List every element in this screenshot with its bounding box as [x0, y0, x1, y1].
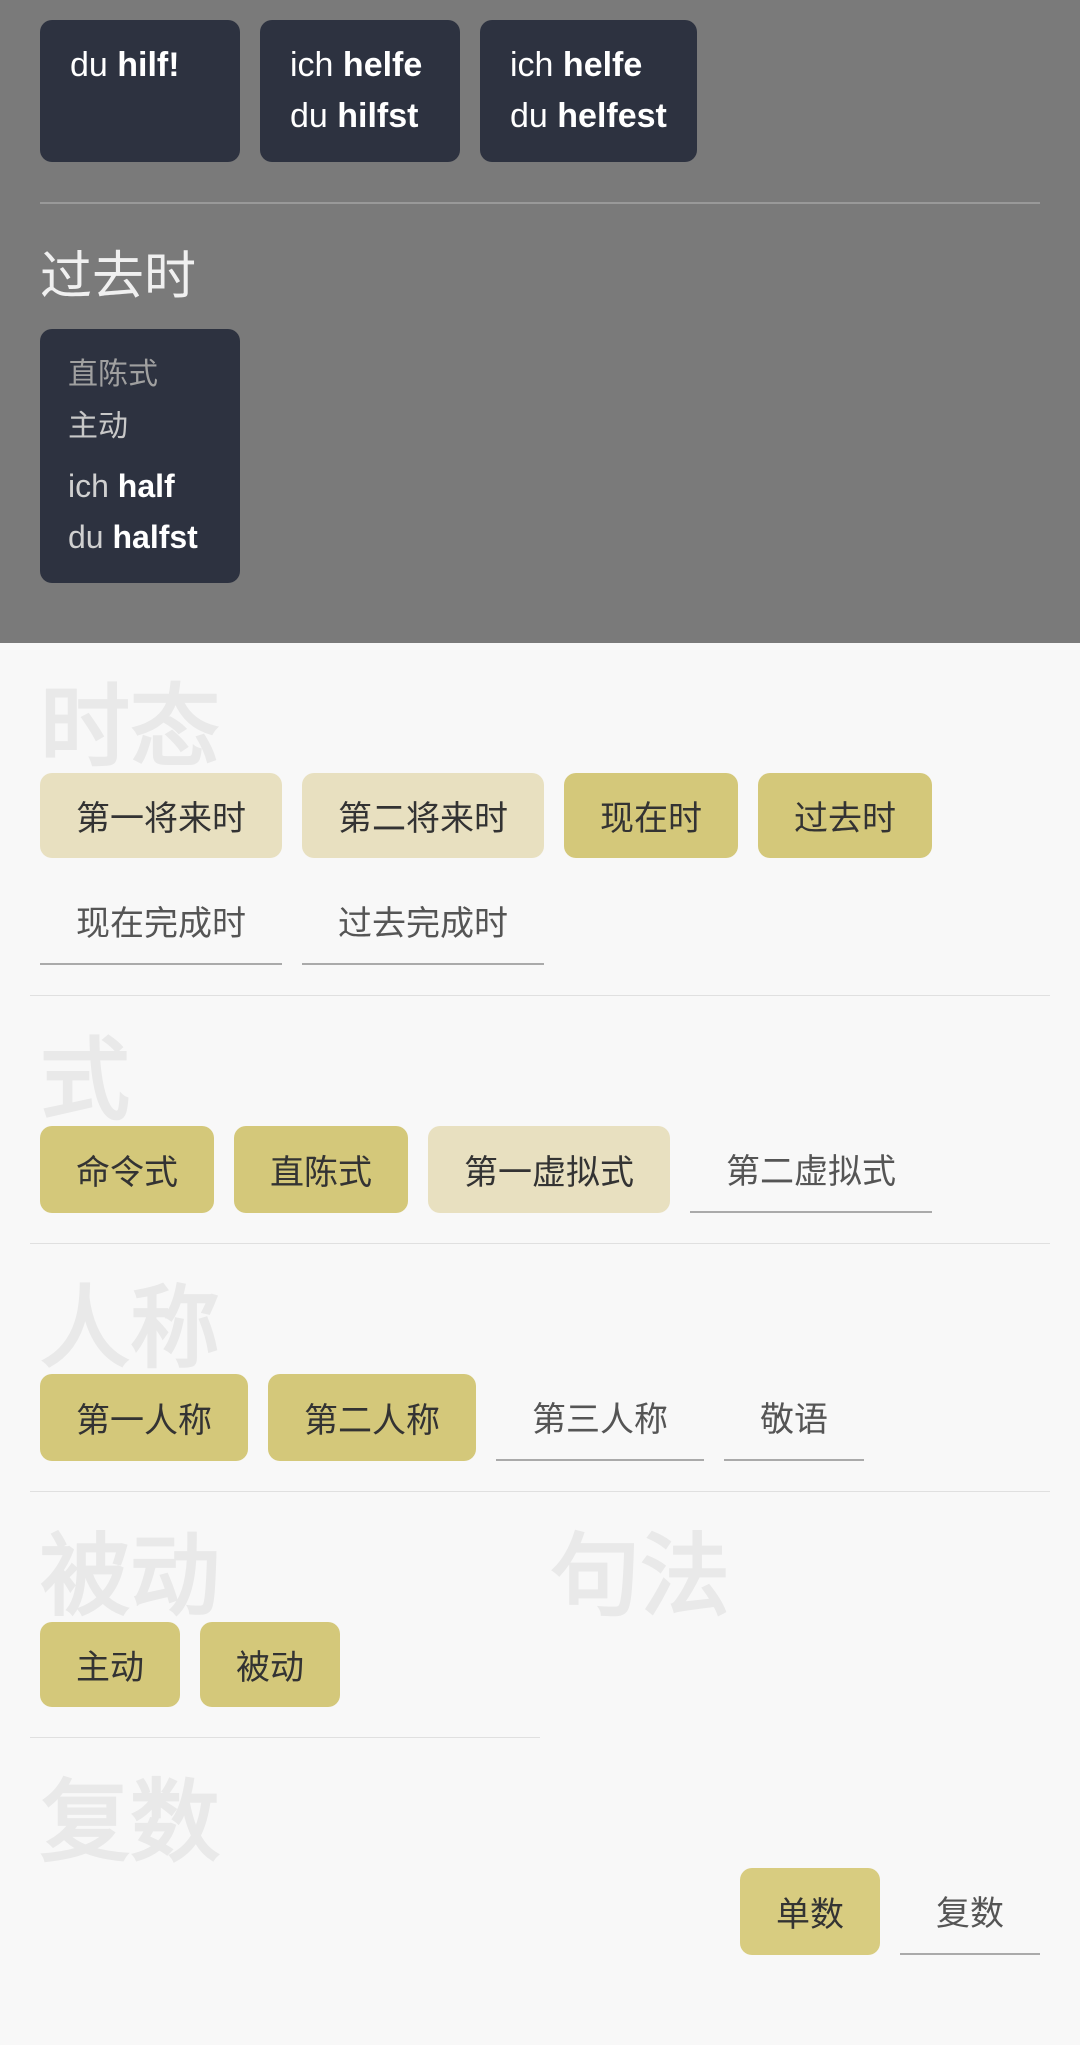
past-tense-title: 过去时 [40, 234, 1040, 309]
chip-future2[interactable]: 第二将来时 [302, 773, 544, 858]
top-section: du hilf! ich helfe du hilfst ich helfe d… [0, 0, 1080, 643]
conj-verb-1: hilf! [117, 46, 179, 84]
conj-card-1[interactable]: du hilf! [40, 20, 240, 162]
chip-imperative[interactable]: 命令式 [40, 1126, 214, 1213]
mood-chips: 命令式 直陈式 第一虚拟式 第二虚拟式 [30, 1106, 1050, 1223]
number-filter-section: 复数 单数 复数 [30, 1738, 1050, 1985]
chip-present[interactable]: 现在时 [564, 773, 738, 858]
conjugation-cards: du hilf! ich helfe du hilfst ich helfe d… [40, 20, 1040, 162]
chip-subjunctive2[interactable]: 第二虚拟式 [690, 1126, 932, 1213]
divider-1 [40, 202, 1040, 204]
voice-filter-section: 被动 主动 被动 [30, 1492, 540, 1738]
past-mood-label: 直陈式 [68, 349, 212, 393]
chip-first-person[interactable]: 第一人称 [40, 1374, 248, 1461]
conj-card-3[interactable]: ich helfe du helfest [480, 20, 697, 162]
chip-future1[interactable]: 第一将来时 [40, 773, 282, 858]
voice-syntax-row: 被动 主动 被动 句法 [30, 1492, 1050, 1738]
chip-indicative[interactable]: 直陈式 [234, 1126, 408, 1213]
past-pronoun-1: ich [68, 468, 118, 504]
past-verb-line-1: ich half [68, 461, 212, 512]
chip-passive-voice[interactable]: 被动 [200, 1622, 340, 1707]
chip-past-perfect[interactable]: 过去完成时 [302, 878, 544, 965]
chip-present-perfect[interactable]: 现在完成时 [40, 878, 282, 965]
past-pronoun-2: du [68, 519, 112, 555]
chip-past[interactable]: 过去时 [758, 773, 932, 858]
past-verb-1: half [118, 468, 175, 504]
past-verb-line-2: du halfst [68, 512, 212, 563]
person-filter-section: 人称 第一人称 第二人称 第三人称 敬语 [30, 1244, 1050, 1492]
chip-second-person[interactable]: 第二人称 [268, 1374, 476, 1461]
conj-verb-3b: helfest [557, 97, 667, 135]
chip-subjunctive1[interactable]: 第一虚拟式 [428, 1126, 670, 1213]
syntax-filter-section: 句法 [540, 1492, 1050, 1738]
conj-verb-3a: helfe [563, 46, 642, 84]
conj-pronoun-3a: ich [510, 46, 563, 84]
conj-verb-2b: hilfst [337, 97, 418, 135]
conj-verb-2a: helfe [343, 46, 422, 84]
past-block[interactable]: 直陈式 主动 ich half du halfst [40, 329, 240, 583]
conj-pronoun-2b: du [290, 97, 337, 135]
conj-pronoun-3b: du [510, 97, 557, 135]
conj-card-2[interactable]: ich helfe du hilfst [260, 20, 460, 162]
conj-pronoun-1: du [70, 46, 117, 84]
chip-polite[interactable]: 敬语 [724, 1374, 864, 1461]
past-verb-2: halfst [112, 519, 197, 555]
past-voice-label: 主动 [68, 401, 212, 445]
mood-filter-section: 式 命令式 直陈式 第一虚拟式 第二虚拟式 [30, 996, 1050, 1244]
conj-pronoun-2a: ich [290, 46, 343, 84]
chip-active-voice[interactable]: 主动 [40, 1622, 180, 1707]
tense-chips: 第一将来时 第二将来时 现在时 过去时 现在完成时 过去完成时 [30, 753, 1050, 975]
chip-third-person[interactable]: 第三人称 [496, 1374, 704, 1461]
chip-singular[interactable]: 单数 [740, 1868, 880, 1955]
chip-plural[interactable]: 复数 [900, 1868, 1040, 1955]
tense-filter-section: 时态 第一将来时 第二将来时 现在时 过去时 现在完成时 过去完成时 [30, 643, 1050, 996]
filter-panel: 时态 第一将来时 第二将来时 现在时 过去时 现在完成时 过去完成时 式 命令式… [0, 643, 1080, 2045]
